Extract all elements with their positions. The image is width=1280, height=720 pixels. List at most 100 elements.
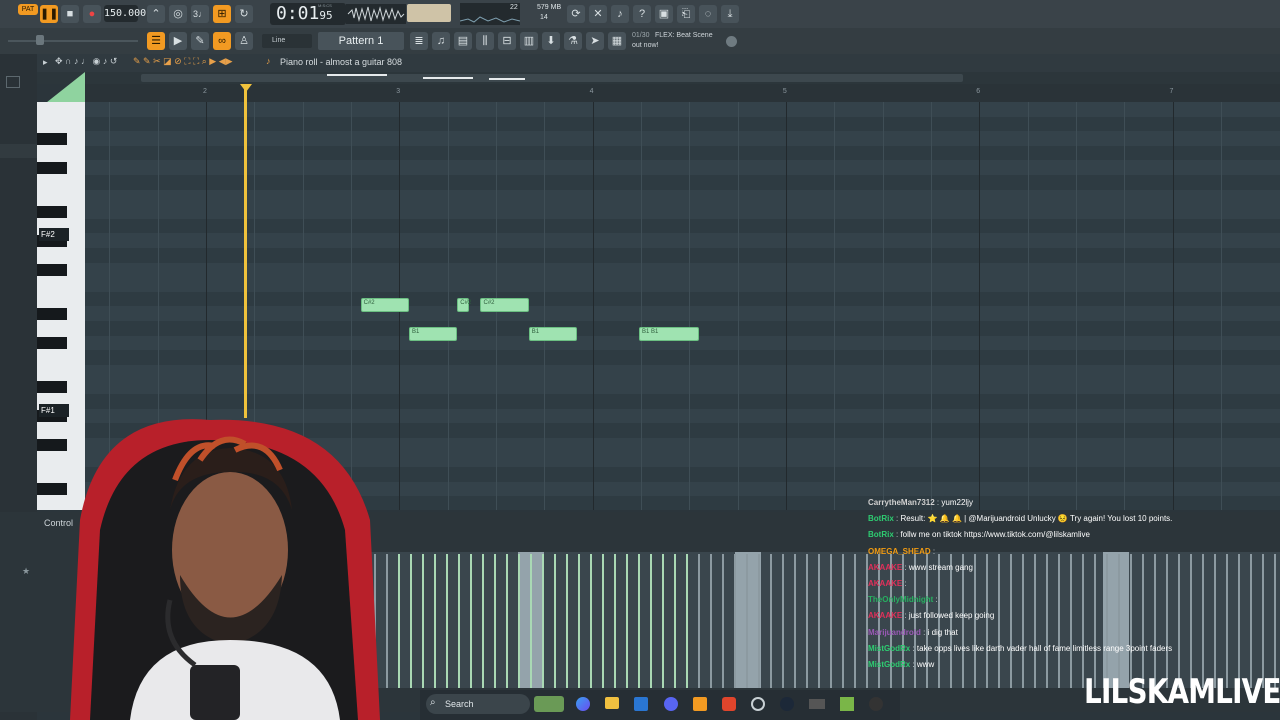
- chat-username[interactable]: MistGodRx: [868, 644, 910, 653]
- velocity-bar[interactable]: [530, 554, 532, 688]
- tempo-display[interactable]: 150.000: [104, 5, 146, 22]
- velocity-bar[interactable]: [650, 554, 652, 688]
- velocity-bar[interactable]: [734, 554, 736, 688]
- browser-icon[interactable]: ⊟: [498, 32, 516, 50]
- discord-icon[interactable]: [664, 697, 678, 711]
- loop-record-icon[interactable]: ↻: [235, 5, 253, 23]
- velocity-bar[interactable]: [662, 554, 664, 688]
- black-key[interactable]: [37, 337, 67, 349]
- velocity-bar[interactable]: [698, 554, 700, 688]
- master-volume-knob[interactable]: [36, 35, 44, 45]
- brave-icon[interactable]: [722, 697, 736, 711]
- folder-icon[interactable]: [6, 76, 20, 88]
- arrow-tool-icon[interactable]: ▶: [169, 32, 187, 50]
- chat-username[interactable]: OMEGA_SHEAD: [868, 547, 931, 556]
- download-icon[interactable]: ⤓: [721, 5, 739, 23]
- timeline-ruler[interactable]: 2 3 4 5 6 7: [85, 84, 1280, 103]
- playlist-icon[interactable]: ≣: [410, 32, 428, 50]
- app-icon[interactable]: [840, 697, 854, 711]
- velocity-bar[interactable]: [710, 554, 712, 688]
- velocity-bar[interactable]: [494, 554, 496, 688]
- link-icon[interactable]: ∞: [213, 32, 231, 50]
- black-key[interactable]: [37, 205, 67, 218]
- velocity-bar[interactable]: [782, 554, 784, 688]
- black-key[interactable]: [37, 161, 67, 174]
- chat-username[interactable]: MistGodRx: [868, 660, 910, 669]
- menu-arrow-icon[interactable]: ▸: [43, 57, 48, 68]
- pattern-selector[interactable]: Pattern 1: [318, 32, 404, 50]
- midi-note[interactable]: C#2: [457, 297, 471, 312]
- refresh-icon[interactable]: ⟳: [567, 5, 585, 23]
- steam-icon[interactable]: [780, 697, 794, 711]
- widgets-icon[interactable]: [534, 696, 564, 712]
- draw-tool-icon[interactable]: ✎: [191, 32, 209, 50]
- velocity-bar[interactable]: [446, 554, 448, 688]
- velocity-bar[interactable]: [518, 554, 520, 688]
- velocity-bar[interactable]: [674, 554, 676, 688]
- pat-song-toggle[interactable]: PAT: [18, 4, 38, 15]
- fl-studio-icon[interactable]: [693, 697, 707, 711]
- save-icon[interactable]: ▣: [655, 5, 673, 23]
- stop-button[interactable]: ■: [61, 5, 79, 23]
- velocity-bar[interactable]: [686, 554, 688, 688]
- app-icon[interactable]: [809, 699, 825, 709]
- blend-notes-icon[interactable]: ⊞: [213, 5, 231, 23]
- info-panel-icon[interactable]: ▦: [608, 32, 626, 50]
- chat-icon[interactable]: ◌: [699, 5, 717, 23]
- mixer-icon[interactable]: ⫼: [476, 32, 494, 50]
- velocity-bar[interactable]: [818, 554, 820, 688]
- velocity-bar[interactable]: [722, 554, 724, 688]
- export-icon[interactable]: ⎗: [677, 5, 695, 23]
- tools-icon[interactable]: ✕: [589, 5, 607, 23]
- velocity-bar[interactable]: [746, 554, 748, 688]
- piano-roll-icon[interactable]: ♫: [432, 32, 450, 50]
- stamp-icon[interactable]: ♙: [235, 32, 253, 50]
- chat-username[interactable]: BotRix: [868, 514, 894, 523]
- velocity-bar[interactable]: [566, 554, 568, 688]
- velocity-bar[interactable]: [806, 554, 808, 688]
- channel-rack-icon[interactable]: ▤: [454, 32, 472, 50]
- velocity-bar[interactable]: [470, 554, 472, 688]
- macros-icon[interactable]: ➤: [586, 32, 604, 50]
- touch-controller-icon[interactable]: ⚗: [564, 32, 582, 50]
- wait-record-icon[interactable]: ◎: [169, 5, 187, 23]
- chat-username[interactable]: CarrytheMan7312: [868, 498, 935, 507]
- record-button[interactable]: ●: [83, 5, 101, 23]
- store-icon[interactable]: [634, 697, 648, 711]
- chat-username[interactable]: TheOnlyMidnight: [868, 595, 933, 604]
- velocity-bar[interactable]: [770, 554, 772, 688]
- velocity-bar[interactable]: [614, 554, 616, 688]
- midi-note[interactable]: B1 B1: [638, 326, 699, 341]
- midi-note[interactable]: C#2: [480, 297, 529, 312]
- magnet-icon[interactable]: ✥ ∩ ♪ ♩ ◉ ♪ ↺: [55, 56, 117, 67]
- chat-username[interactable]: BotRix: [868, 530, 894, 539]
- velocity-bar[interactable]: [758, 554, 760, 688]
- chat-username[interactable]: AKAAKE: [868, 579, 902, 588]
- microphone-icon[interactable]: ♪: [611, 5, 629, 23]
- velocity-bar[interactable]: [854, 554, 856, 688]
- velocity-bar[interactable]: [434, 554, 436, 688]
- playhead[interactable]: [244, 88, 247, 418]
- sidebar-row[interactable]: [0, 144, 37, 158]
- chat-username[interactable]: AKAAKE: [868, 611, 902, 620]
- piano-roll-view-icon[interactable]: ☰: [147, 32, 165, 50]
- midi-note[interactable]: B1: [528, 326, 578, 341]
- news-headline[interactable]: FLEX: Beat Scene: [655, 32, 713, 39]
- time-display[interactable]: 0:0195: [270, 3, 346, 25]
- velocity-bar[interactable]: [842, 554, 844, 688]
- snap-select[interactable]: Line: [262, 34, 312, 48]
- plugin-icon[interactable]: ▥: [520, 32, 538, 50]
- velocity-bar[interactable]: [830, 554, 832, 688]
- velocity-bar[interactable]: [542, 554, 544, 688]
- pencil-tool-icon[interactable]: ✎ ✎ ✂ ◪ ⊘ ⛶ ⛶ ⌕ ▶ ◀▶: [133, 56, 233, 67]
- help-icon[interactable]: ?: [633, 5, 651, 23]
- velocity-bar[interactable]: [602, 554, 604, 688]
- app-icon[interactable]: [751, 697, 765, 711]
- velocity-bar[interactable]: [458, 554, 460, 688]
- copilot-icon[interactable]: [576, 697, 590, 711]
- velocity-bar[interactable]: [506, 554, 508, 688]
- file-explorer-icon[interactable]: [605, 697, 619, 709]
- chat-username[interactable]: Marijuandroid: [868, 628, 921, 637]
- velocity-bar[interactable]: [482, 554, 484, 688]
- play-pause-button[interactable]: ❚❚: [40, 5, 58, 23]
